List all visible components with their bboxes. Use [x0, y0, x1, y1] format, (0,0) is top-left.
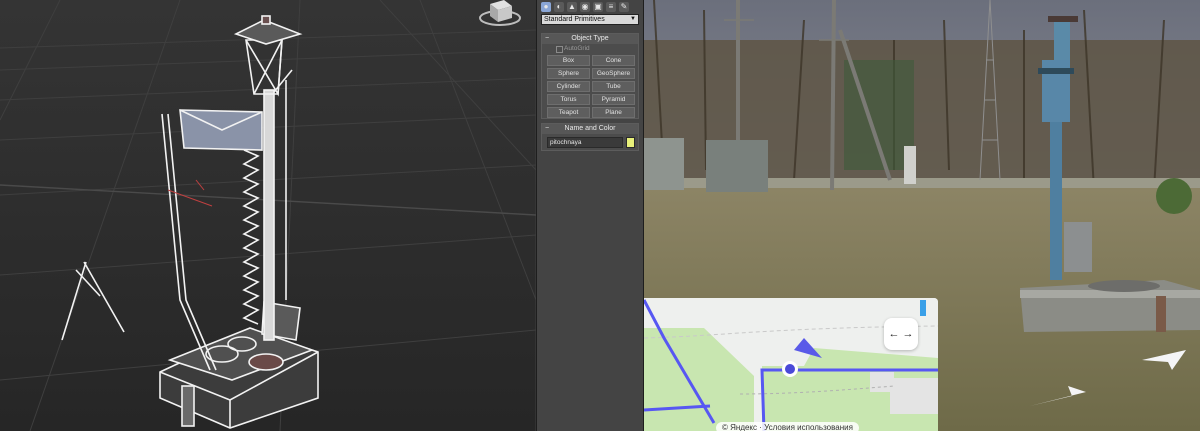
nav-arrow-right-icon[interactable]: [1138, 348, 1188, 374]
chevron-down-icon: ▼: [630, 16, 636, 22]
torus-button[interactable]: Torus: [547, 94, 590, 105]
utilities-tab-icon[interactable]: ≡: [606, 2, 616, 12]
cone-button[interactable]: Cone: [592, 55, 635, 66]
geosphere-button[interactable]: GeoSphere: [592, 68, 635, 79]
plane-button[interactable]: Plane: [592, 107, 635, 118]
motion-tab-icon[interactable]: ◉: [580, 2, 590, 12]
cylinder-button[interactable]: Cylinder: [547, 81, 590, 92]
viewcube-icon: [479, 0, 521, 26]
command-panel: ● ◐ ▲ ◉ ▣ ≡ ✎ Standard Primitives ▼ − Ob…: [536, 0, 644, 431]
create-tab-icon[interactable]: ●: [541, 2, 551, 12]
object-color-swatch[interactable]: [626, 137, 635, 148]
primitive-type-value: Standard Primitives: [544, 16, 605, 23]
autogrid-checkbox[interactable]: AutoGrid: [556, 45, 590, 53]
hierarchy-tab-icon[interactable]: ▲: [567, 2, 577, 12]
nav-arrow-left-icon[interactable]: [1028, 380, 1088, 410]
command-panel-tabs: ● ◐ ▲ ◉ ▣ ≡ ✎: [541, 2, 641, 12]
checkbox-icon: [556, 46, 563, 53]
3d-viewport[interactable]: [0, 0, 536, 431]
name-and-color-title: Name and Color: [564, 125, 616, 132]
autogrid-label: AutoGrid: [564, 45, 590, 52]
object-type-title: Object Type: [571, 35, 609, 42]
sphere-button[interactable]: Sphere: [547, 68, 590, 79]
modify-tab-icon[interactable]: ◐: [554, 2, 564, 12]
mini-map[interactable]: ← → © Яндекс · Условия использования: [644, 298, 938, 431]
display-tab-icon[interactable]: ▣: [593, 2, 603, 12]
primitive-type-dropdown[interactable]: Standard Primitives ▼: [541, 14, 639, 25]
teapot-button[interactable]: Teapot: [547, 107, 590, 118]
map-attribution[interactable]: © Яндекс · Условия использования: [716, 422, 859, 431]
object-name-field[interactable]: pitochnaya: [547, 137, 623, 148]
box-button[interactable]: Box: [547, 55, 590, 66]
collapse-icon: −: [545, 35, 550, 42]
object-type-rollout: − Object Type AutoGrid Box Cone Sphere G…: [541, 33, 639, 119]
viewport-grid-and-model: [0, 0, 536, 431]
collapse-icon: −: [545, 125, 550, 132]
map-expand-button[interactable]: ← →: [884, 318, 918, 350]
object-type-header[interactable]: − Object Type: [542, 34, 638, 44]
pyramid-button[interactable]: Pyramid: [592, 94, 635, 105]
name-and-color-header[interactable]: − Name and Color: [542, 124, 638, 134]
primitive-buttons: Box Cone Sphere GeoSphere Cylinder Tube …: [547, 55, 635, 118]
tube-button[interactable]: Tube: [592, 81, 635, 92]
wrench-icon[interactable]: ✎: [619, 2, 629, 12]
name-and-color-rollout: − Name and Color pitochnaya: [541, 123, 639, 151]
wireframe-model: [61, 15, 319, 429]
